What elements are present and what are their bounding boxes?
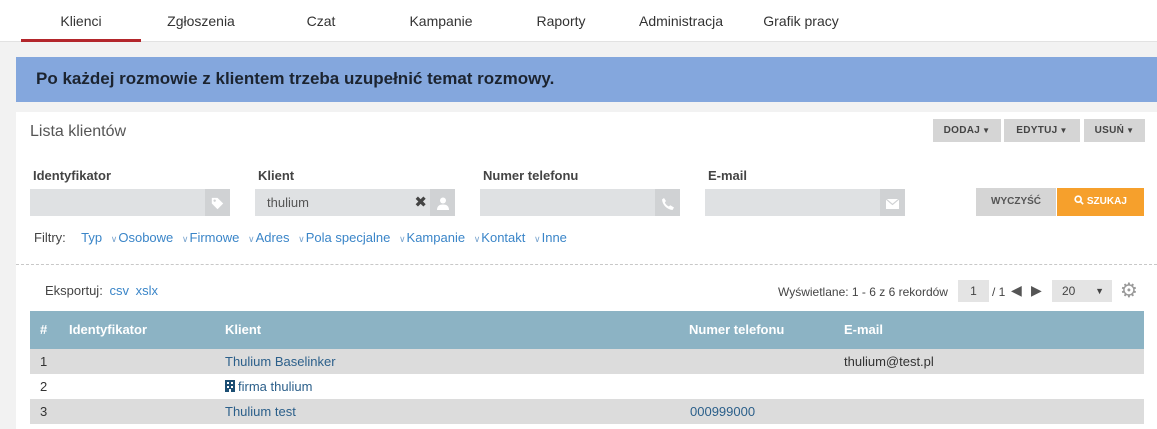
- filter-kontakt-label: Kontakt: [481, 230, 526, 245]
- row-phone[interactable]: 000999000: [690, 404, 755, 419]
- col-email[interactable]: E-mail: [844, 322, 883, 337]
- search-button[interactable]: SZUKAJ: [1057, 188, 1144, 216]
- tab-kampanie[interactable]: Kampanie: [381, 0, 501, 42]
- divider: [16, 264, 1157, 265]
- phone-icon: [655, 189, 680, 216]
- tab-grafik-pracy[interactable]: Grafik pracy: [741, 0, 861, 42]
- tab-klienci[interactable]: Klienci: [21, 0, 141, 42]
- page-number-input[interactable]: 1: [958, 280, 989, 302]
- caret-down-icon: ▼: [1126, 126, 1135, 135]
- chevron-down-icon: ∨: [181, 234, 189, 244]
- tab-raporty[interactable]: Raporty: [501, 0, 621, 42]
- filters-bar: Filtry: Typ ∨Osobowe ∨Firmowe ∨Adres ∨Po…: [34, 230, 572, 245]
- chevron-down-icon: ∨: [398, 234, 406, 244]
- row-num: 2: [40, 379, 48, 394]
- table-row: 1 Thulium Baselinker thulium@test.pl: [30, 349, 1144, 374]
- next-page-icon[interactable]: ▶: [1031, 282, 1042, 299]
- edit-button[interactable]: EDYTUJ ▼: [1004, 119, 1080, 142]
- filter-pola-specjalne-label: Pola specjalne: [305, 230, 391, 245]
- label-identyfikator: Identyfikator: [33, 168, 112, 183]
- chevron-down-icon: ∨: [298, 234, 305, 244]
- export-xlsx-link[interactable]: xslx: [136, 283, 158, 298]
- filter-pola-specjalne[interactable]: ∨Pola specjalne: [298, 230, 390, 245]
- clear-icon[interactable]: ✖: [414, 193, 427, 211]
- table-row: 2 firma thulium: [30, 374, 1144, 399]
- email-input[interactable]: [705, 189, 905, 216]
- filter-kampanie-label: Kampanie: [406, 230, 466, 245]
- identyfikator-input[interactable]: [30, 189, 230, 216]
- filter-osobowe-label: Osobowe: [118, 230, 174, 245]
- add-button[interactable]: DODAJ ▼: [933, 119, 1001, 142]
- row-client-link[interactable]: Thulium test: [225, 404, 296, 419]
- add-button-label: DODAJ: [943, 125, 981, 136]
- export-label: Eksportuj:: [45, 283, 103, 298]
- client-list-panel: Lista klientów DODAJ ▼ EDYTUJ ▼ USUŃ ▼ Iden…: [16, 112, 1157, 429]
- label-numer-telefonu: Numer telefonu: [483, 168, 579, 183]
- tab-administracja[interactable]: Administracja: [621, 0, 741, 42]
- col-klient[interactable]: Klient: [225, 322, 261, 337]
- export-bar: Eksportuj: csv xslx: [45, 283, 158, 298]
- chevron-down-icon: ∨: [473, 234, 481, 244]
- search-icon: [1074, 195, 1087, 207]
- col-num: #: [40, 322, 48, 337]
- filter-osobowe[interactable]: ∨Osobowe: [111, 230, 174, 245]
- info-banner: Po każdej rozmowie z klientem trzeba uzu…: [16, 57, 1157, 102]
- banner-text: Po każdej rozmowie z klientem trzeba uzu…: [36, 69, 555, 88]
- export-csv-link[interactable]: csv: [109, 283, 129, 298]
- col-identyfikator[interactable]: Identyfikator: [69, 322, 147, 337]
- row-num: 3: [40, 404, 48, 419]
- col-numer-telefonu[interactable]: Numer telefonu: [689, 322, 784, 337]
- delete-button-label: USUŃ: [1094, 125, 1125, 136]
- top-nav: Klienci Zgłoszenia Czat Kampanie Raporty…: [0, 0, 1157, 42]
- row-client-label: firma thulium: [238, 379, 313, 394]
- filter-inne-label: Inne: [541, 230, 567, 245]
- caret-down-icon: ▼: [982, 126, 991, 135]
- label-email: E-mail: [708, 168, 748, 183]
- user-icon: [430, 189, 455, 216]
- paging-summary: Wyświetlane: 1 - 6 z 6 rekordów: [778, 285, 948, 299]
- filter-kampanie[interactable]: ∨Kampanie: [399, 230, 465, 245]
- table-row: 3 Thulium test 000999000: [30, 399, 1144, 424]
- chevron-down-icon: ∨: [110, 234, 118, 244]
- klient-input[interactable]: thulium ✖: [255, 189, 455, 216]
- caret-down-icon: ▼: [1059, 126, 1068, 135]
- envelope-icon: [880, 189, 905, 216]
- filter-typ[interactable]: Typ: [81, 230, 102, 245]
- caret-down-icon: ▼: [1095, 286, 1104, 296]
- per-page-select[interactable]: 20 ▼: [1052, 280, 1112, 302]
- row-client-link[interactable]: Thulium Baselinker: [225, 354, 336, 369]
- chevron-down-icon: ∨: [534, 234, 541, 244]
- filter-firmowe-label: Firmowe: [189, 230, 240, 245]
- per-page-value: 20: [1062, 284, 1076, 298]
- delete-button[interactable]: USUŃ ▼: [1084, 119, 1145, 142]
- building-icon: [225, 380, 235, 394]
- klient-value: thulium: [267, 195, 309, 210]
- filter-adres[interactable]: ∨Adres: [248, 230, 290, 245]
- filter-adres-label: Adres: [255, 230, 290, 245]
- client-table: # Identyfikator Klient Numer telefonu E-…: [30, 311, 1144, 424]
- row-client-link[interactable]: firma thulium: [225, 379, 312, 394]
- label-klient: Klient: [258, 168, 295, 183]
- page-total: / 1: [992, 285, 1006, 299]
- table-header: # Identyfikator Klient Numer telefonu E-…: [30, 311, 1144, 349]
- filter-firmowe[interactable]: ∨Firmowe: [182, 230, 239, 245]
- clear-button[interactable]: WYCZYŚĆ: [976, 188, 1056, 216]
- tag-icon: [205, 189, 230, 216]
- panel-title: Lista klientów: [30, 123, 127, 140]
- row-email: thulium@test.pl: [844, 354, 934, 369]
- search-button-label: SZUKAJ: [1086, 196, 1127, 207]
- edit-button-label: EDYTUJ: [1016, 125, 1058, 136]
- row-num: 1: [40, 354, 48, 369]
- prev-page-icon[interactable]: ◀: [1011, 282, 1022, 299]
- tab-zgloszenia[interactable]: Zgłoszenia: [141, 0, 261, 42]
- filter-inne[interactable]: ∨Inne: [534, 230, 567, 245]
- gear-icon[interactable]: ⚙: [1120, 278, 1138, 303]
- chevron-down-icon: ∨: [247, 234, 255, 244]
- phone-input[interactable]: [480, 189, 680, 216]
- filters-label: Filtry:: [34, 230, 66, 245]
- tab-czat[interactable]: Czat: [261, 0, 381, 42]
- filter-kontakt[interactable]: ∨Kontakt: [474, 230, 526, 245]
